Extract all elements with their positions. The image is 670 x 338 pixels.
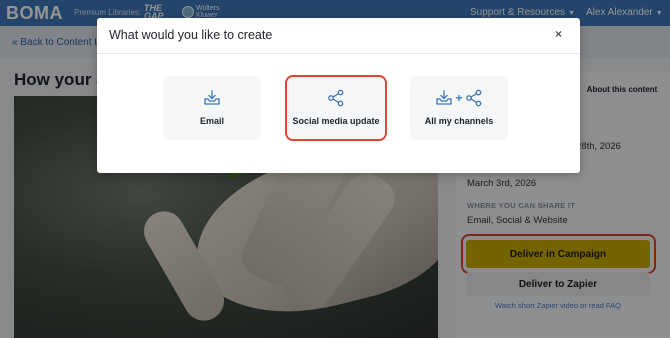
option-email-label: Email	[199, 116, 224, 126]
option-all-channels-label: All my channels	[424, 116, 494, 126]
inbox-plus-share-icon: +	[410, 89, 508, 107]
option-email-button[interactable]: Email	[163, 76, 261, 140]
modal-title: What would you like to create	[109, 28, 273, 42]
modal-header: What would you like to create ×	[97, 18, 580, 54]
highlight-outline-social	[285, 75, 387, 141]
close-icon[interactable]: ×	[555, 27, 562, 41]
create-content-modal: What would you like to create × Email So…	[97, 18, 580, 173]
option-all-channels-button[interactable]: + All my channels	[410, 76, 508, 140]
plus-icon: +	[455, 91, 463, 105]
inbox-download-icon	[163, 89, 261, 107]
